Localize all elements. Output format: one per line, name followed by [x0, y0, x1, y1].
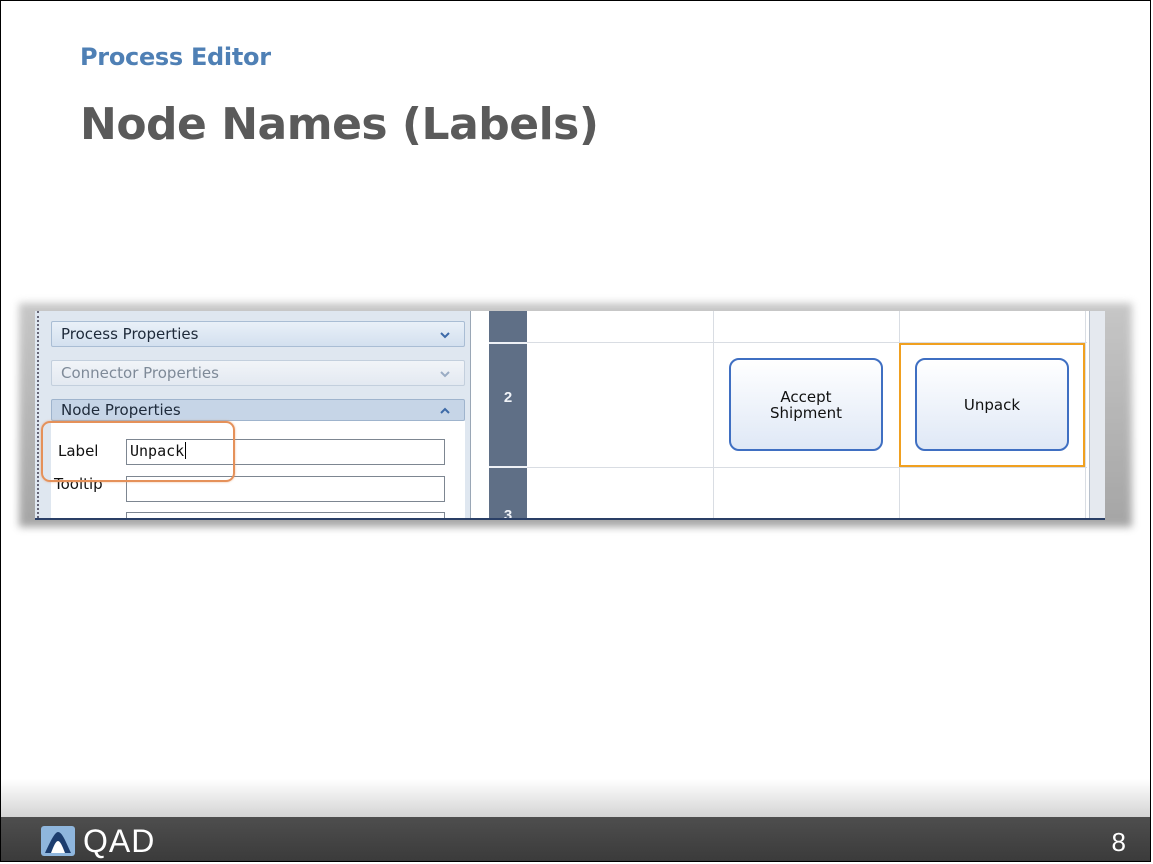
additional-input[interactable]	[126, 512, 445, 518]
lane-number-3: 3	[503, 507, 513, 520]
slide: Process Editor Node Names (Labels) Proce…	[0, 0, 1151, 862]
canvas-scrollbar[interactable]	[1089, 311, 1105, 518]
footer-bar	[1, 817, 1150, 861]
qad-logo-icon	[41, 826, 75, 856]
qad-logo-text: QAD	[83, 823, 156, 859]
page-number: 8	[1111, 827, 1126, 857]
node-properties-header[interactable]: Node Properties	[51, 399, 465, 421]
node-properties-label: Node Properties	[61, 401, 181, 419]
slide-title: Node Names (Labels)	[80, 99, 599, 150]
connector-properties-header[interactable]: Connector Properties	[51, 360, 465, 386]
process-editor-screenshot: Process Properties Connector Properties …	[35, 311, 1105, 520]
connector-properties-label: Connector Properties	[61, 364, 219, 382]
chevron-up-icon[interactable]	[438, 404, 452, 418]
grid-line	[1085, 311, 1086, 518]
node-label: Unpack	[963, 395, 1021, 414]
chevron-down-icon[interactable]	[438, 367, 452, 381]
lane-separator	[489, 466, 527, 468]
lane-separator	[489, 342, 527, 344]
slide-kicker: Process Editor	[80, 43, 271, 71]
process-canvas[interactable]: Accept Shipment Unpack	[527, 311, 1105, 518]
panel-gap	[471, 311, 489, 518]
process-properties-header[interactable]: Process Properties	[51, 321, 465, 347]
lane-number-2: 2	[503, 389, 513, 406]
node-label: Accept Shipment	[770, 387, 842, 422]
chevron-down-icon[interactable]	[438, 328, 452, 342]
label-highlight-callout	[41, 421, 235, 482]
grid-line	[713, 311, 714, 518]
footer-fade	[1, 779, 1150, 817]
process-properties-label: Process Properties	[61, 325, 199, 343]
node-accept-shipment[interactable]: Accept Shipment	[729, 358, 883, 451]
grid-line	[527, 467, 1087, 468]
splitter-handle[interactable]	[37, 311, 43, 518]
properties-panel: Process Properties Connector Properties …	[35, 311, 471, 518]
node-unpack[interactable]: Unpack	[915, 358, 1069, 451]
